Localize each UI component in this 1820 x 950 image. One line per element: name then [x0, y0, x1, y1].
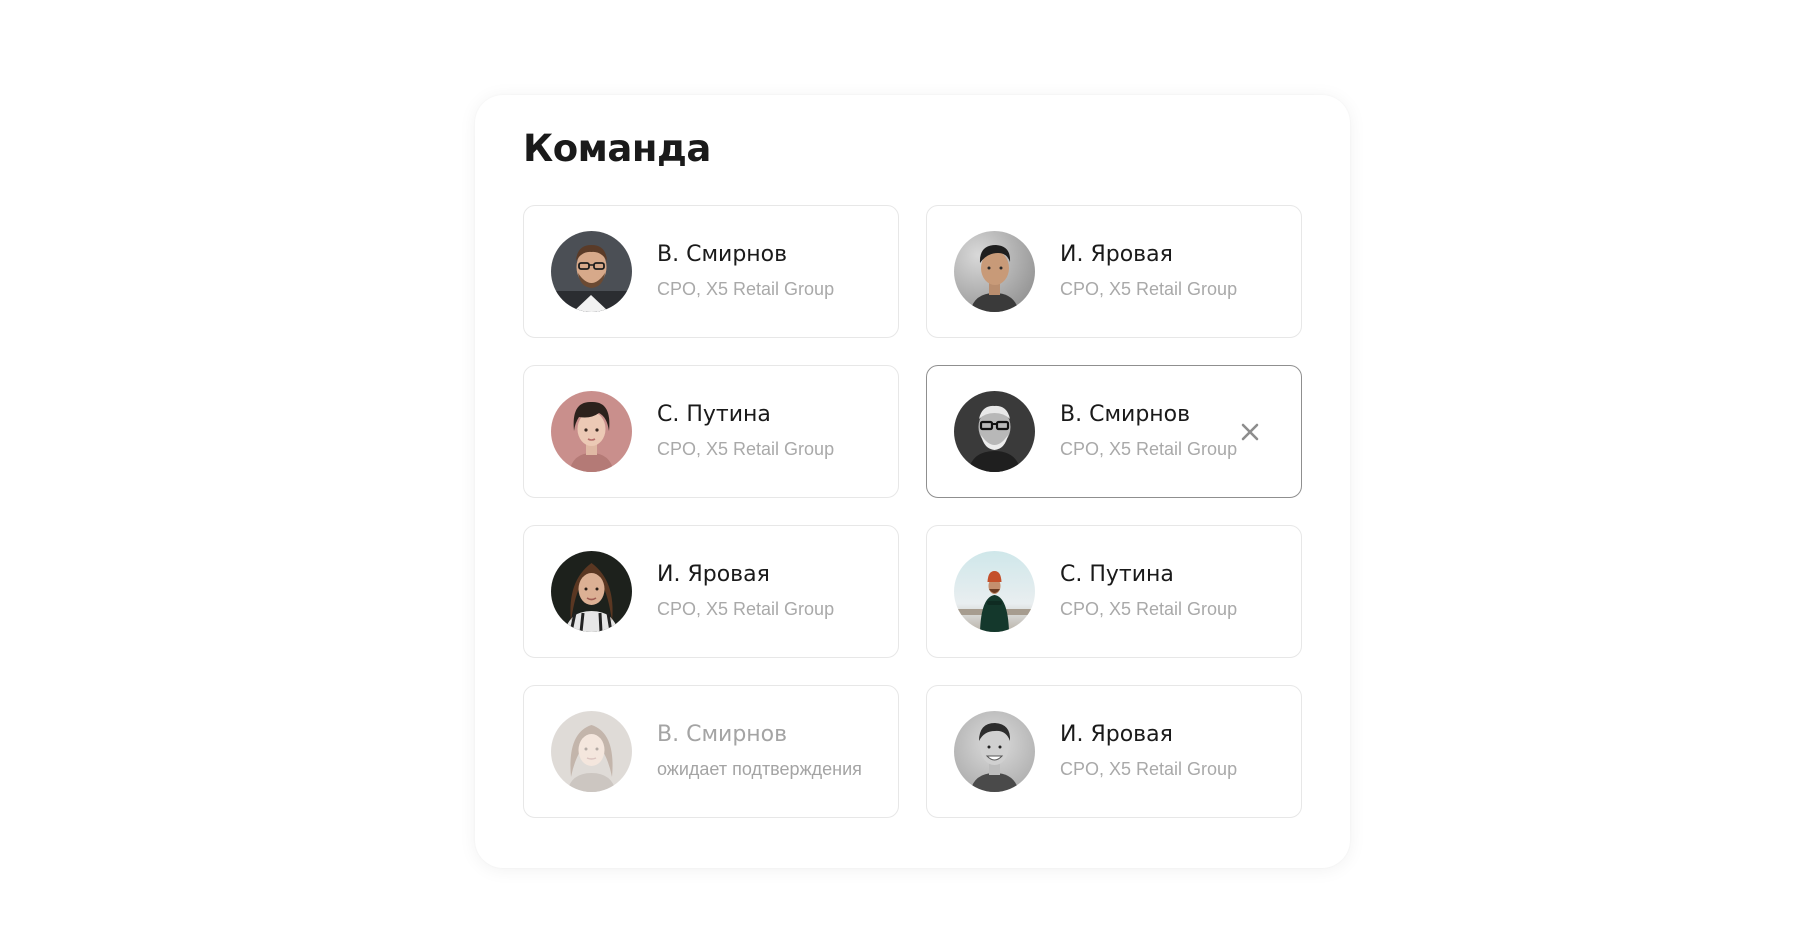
avatar [954, 231, 1035, 312]
member-role: CPO, X5 Retail Group [1060, 759, 1238, 779]
member-status: ожидает подтверждения [657, 759, 862, 779]
member-card[interactable]: И. Яровая CPO, X5 Retail Group [926, 205, 1302, 338]
member-card[interactable]: И. Яровая CPO, X5 Retail Group [926, 685, 1302, 818]
member-card[interactable]: И. Яровая CPO, X5 Retail Group [523, 525, 899, 658]
team-panel: Команда В. Смирнов CPO, X5 Retail Group [475, 95, 1350, 868]
avatar [954, 551, 1035, 632]
member-role: CPO, X5 Retail Group [657, 439, 835, 459]
remove-member-button[interactable] [1237, 419, 1263, 445]
member-card[interactable]: В. Смирнов CPO, X5 Retail Group [523, 205, 899, 338]
avatar [551, 711, 632, 792]
member-role: CPO, X5 Retail Group [657, 279, 835, 299]
member-name: В. Смирнов [657, 242, 788, 267]
avatar [954, 391, 1035, 472]
close-icon [1241, 423, 1259, 441]
avatar [551, 551, 632, 632]
member-card[interactable]: С. Путина CPO, X5 Retail Group [523, 365, 899, 498]
member-name: И. Яровая [657, 562, 770, 587]
member-card-pending[interactable]: В. Смирнов ожидает подтверждения [523, 685, 899, 818]
member-card-selected[interactable]: В. Смирнов CPO, X5 Retail Group [926, 365, 1302, 498]
member-role: CPO, X5 Retail Group [1060, 439, 1238, 459]
member-role: CPO, X5 Retail Group [1060, 599, 1238, 619]
panel-title: Команда [523, 127, 711, 170]
member-role: CPO, X5 Retail Group [657, 599, 835, 619]
member-name: И. Яровая [1060, 722, 1173, 747]
member-name: И. Яровая [1060, 242, 1173, 267]
avatar [551, 231, 632, 312]
member-name: В. Смирнов [657, 722, 788, 747]
member-card[interactable]: С. Путина CPO, X5 Retail Group [926, 525, 1302, 658]
team-grid: В. Смирнов CPO, X5 Retail Group И. Ярова… [523, 205, 1302, 818]
member-role: CPO, X5 Retail Group [1060, 279, 1238, 299]
avatar [551, 391, 632, 472]
member-name: С. Путина [657, 402, 771, 427]
member-name: В. Смирнов [1060, 402, 1191, 427]
member-name: С. Путина [1060, 562, 1174, 587]
avatar [954, 711, 1035, 792]
